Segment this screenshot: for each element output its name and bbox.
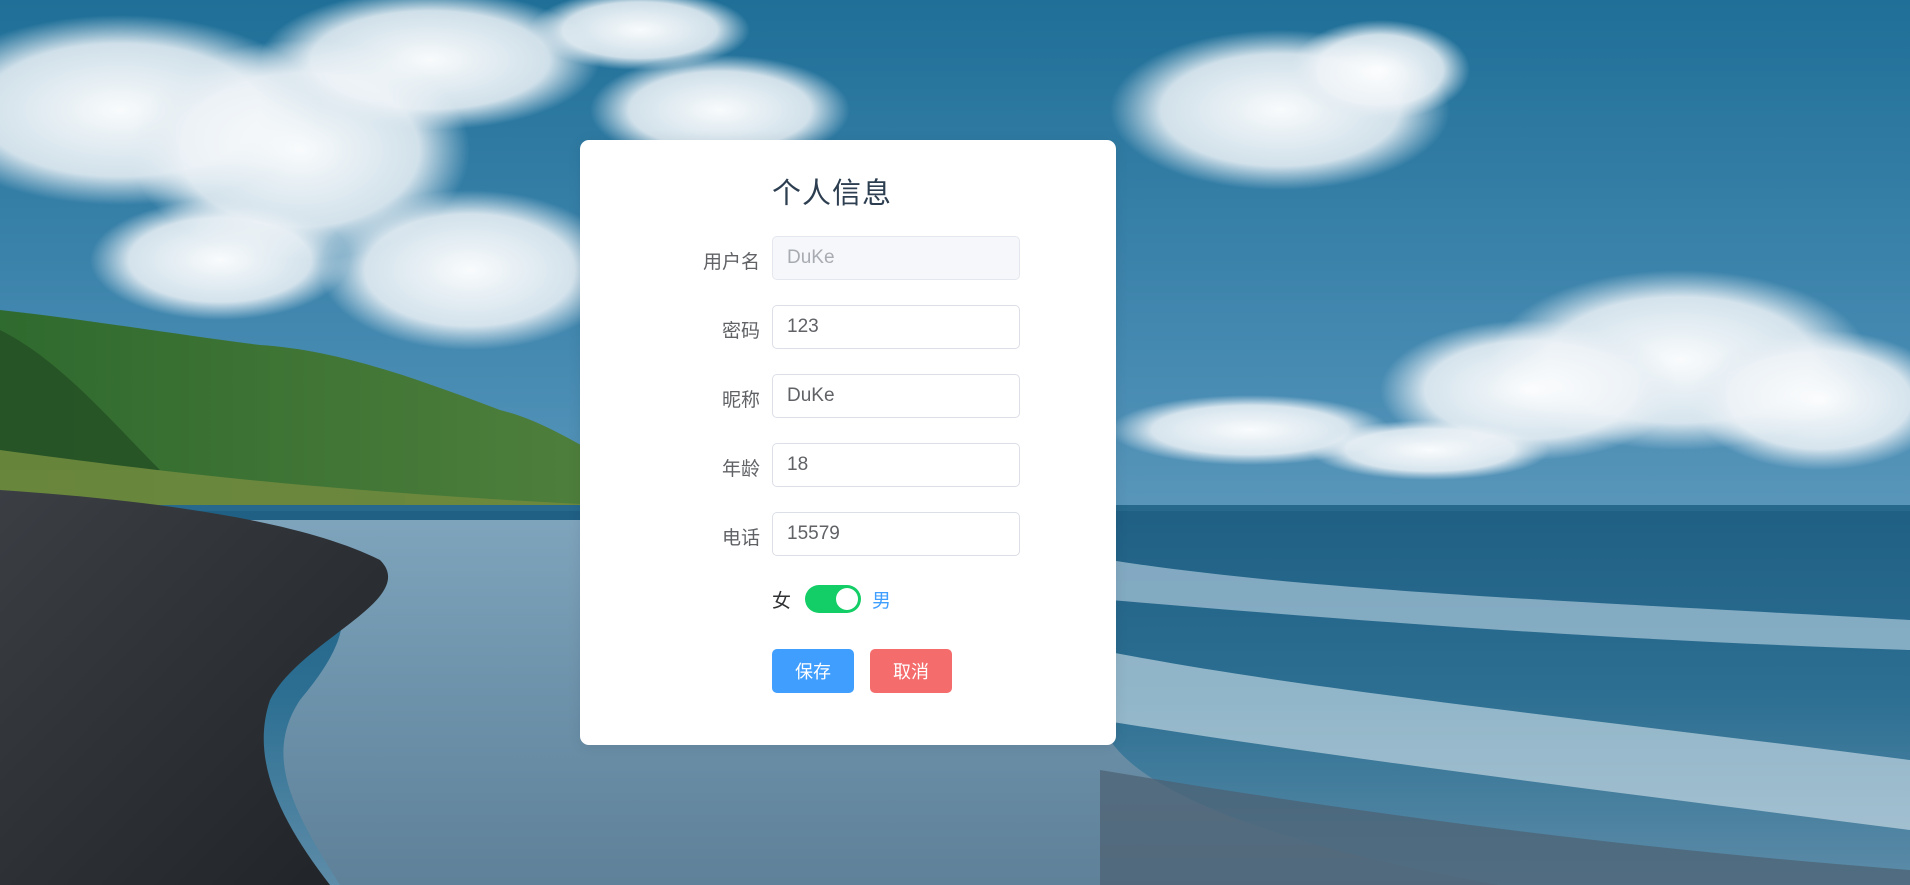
save-button[interactable]: 保存 (772, 649, 854, 693)
gender-female-label[interactable]: 女 (772, 586, 791, 613)
username-label: 用户名 (702, 251, 760, 273)
form-row-age: 年龄 (580, 443, 1116, 487)
form-row-nickname: 昵称 (580, 374, 1116, 418)
password-input[interactable] (772, 305, 1020, 349)
phone-input[interactable] (772, 512, 1020, 556)
age-label: 年龄 (721, 458, 760, 480)
age-input[interactable] (772, 443, 1020, 487)
gender-toggle-switch[interactable] (805, 585, 861, 613)
page-title: 个人信息 (772, 176, 893, 210)
form-row-phone: 电话 (580, 512, 1116, 556)
gender-male-label[interactable]: 男 (872, 586, 891, 613)
password-label: 密码 (721, 320, 760, 342)
switch-knob (836, 588, 858, 610)
username-input[interactable] (772, 236, 1020, 280)
phone-label: 电话 (721, 527, 760, 549)
personal-info-card: 个人信息 用户名 密码 昵称 年龄 电话 女 男 保存 取消 (580, 140, 1116, 745)
form-row-password: 密码 (580, 305, 1116, 349)
gender-switch-row: 女 男 (772, 582, 972, 614)
nickname-label: 昵称 (721, 389, 760, 411)
cancel-button[interactable]: 取消 (870, 649, 952, 693)
nickname-input[interactable] (772, 374, 1020, 418)
form-row-username: 用户名 (580, 236, 1116, 280)
